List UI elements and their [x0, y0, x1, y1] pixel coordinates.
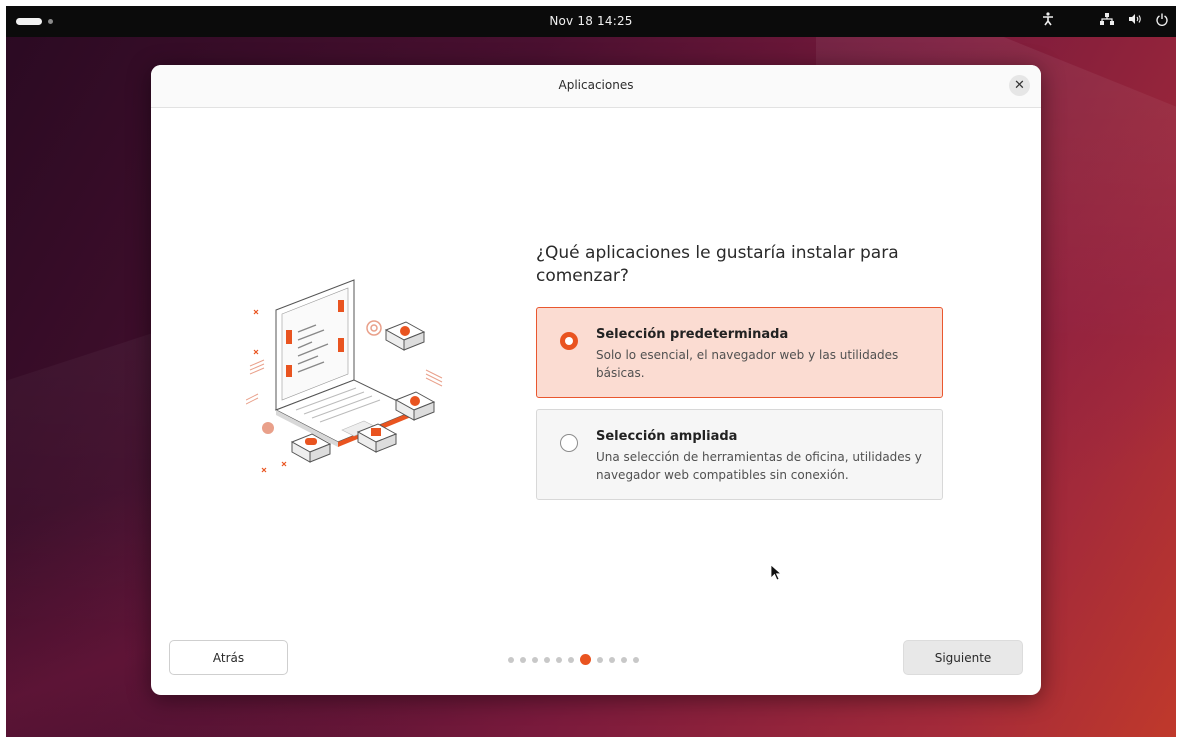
page-indicator [508, 654, 639, 665]
page-dot [520, 656, 526, 663]
option-description: Una selección de herramientas de oficina… [596, 450, 922, 482]
option-title: Selección ampliada [596, 429, 738, 444]
next-button[interactable]: Siguiente [903, 640, 1023, 675]
dialog-header: Aplicaciones ✕ [151, 65, 1041, 108]
page-dot [544, 656, 550, 663]
accessibility-icon[interactable] [1042, 12, 1054, 32]
back-button[interactable]: Atrás [169, 640, 288, 675]
page-dot [597, 656, 603, 663]
page-dot [633, 656, 639, 663]
option-extended-selection[interactable]: Selección ampliada Una selección de herr… [536, 409, 943, 500]
volume-icon[interactable] [1128, 13, 1142, 31]
installer-dialog: Aplicaciones ✕ ¿Qué aplicaciones le gust… [151, 65, 1041, 695]
page-question: ¿Qué aplicaciones le gustaría instalar p… [536, 243, 899, 286]
dialog-title: Aplicaciones [558, 78, 634, 92]
page-dot [609, 656, 615, 663]
top-bar: Nov 18 14:25 [6, 6, 1176, 37]
close-button[interactable]: ✕ [1009, 75, 1030, 96]
page-dot [621, 656, 627, 663]
laptop-apps-illustration [245, 270, 456, 475]
close-icon: ✕ [1014, 78, 1025, 93]
page-dot-active [580, 654, 591, 665]
power-icon[interactable] [1156, 13, 1168, 32]
page-dot [508, 656, 514, 663]
page-dot [568, 656, 574, 663]
radio-extended-selection[interactable] [560, 434, 578, 452]
option-description: Solo lo esencial, el navegador web y las… [596, 348, 899, 380]
mouse-pointer-icon [770, 564, 783, 586]
network-icon[interactable] [1100, 13, 1114, 31]
clock[interactable]: Nov 18 14:25 [6, 14, 1176, 28]
page-dot [532, 656, 538, 663]
page-dot [556, 656, 562, 663]
system-tray[interactable] [1042, 12, 1168, 32]
option-title: Selección predeterminada [596, 327, 789, 342]
option-default-selection[interactable]: Selección predeterminada Solo lo esencia… [536, 307, 943, 398]
radio-default-selection[interactable] [560, 332, 578, 350]
